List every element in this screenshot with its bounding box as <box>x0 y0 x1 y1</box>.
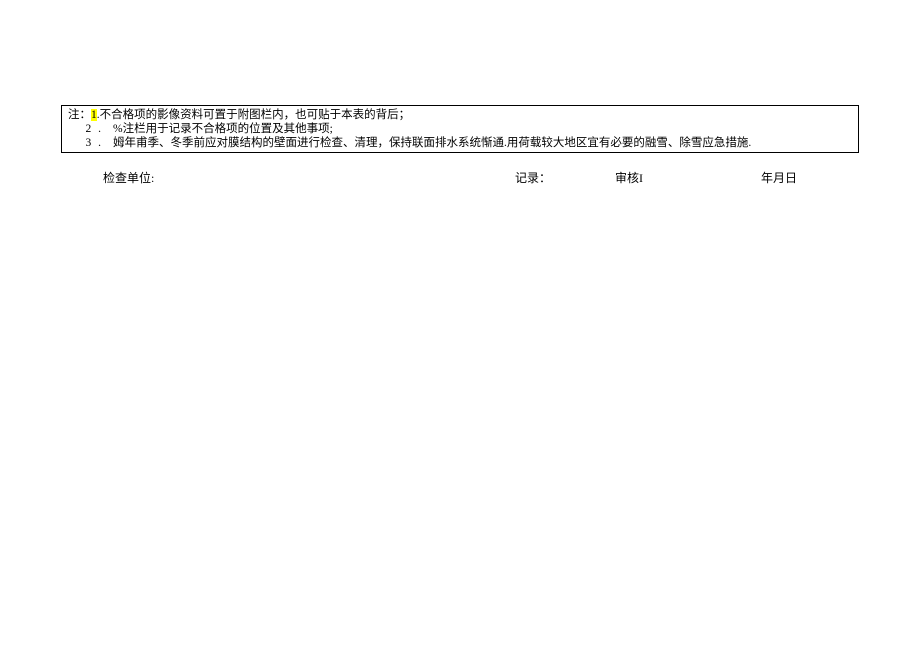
note-text-2: %注栏用于记录不合格项的位置及其他事项; <box>113 122 852 136</box>
audit-label: 审核I <box>615 171 761 185</box>
note-row-1: 注： 1. 不合格项的影像资料可置于附图栏内，也可贴于本表的背后； <box>68 108 852 122</box>
note-row-2: 2 . %注栏用于记录不合格项的位置及其他事项; <box>68 122 852 136</box>
record-label: 记录： <box>515 171 615 185</box>
note-text-3: 姆年甫季、冬季前应对膜结构的壁面进行检查、清理，保持联面排水系统惭通.用荷载较大… <box>113 136 852 150</box>
date-label: 年月日 <box>761 171 797 185</box>
note-text-1: 不合格项的影像资料可置于附图栏内，也可贴于本表的背后； <box>100 108 852 122</box>
note-number-1: 1. <box>91 108 100 122</box>
note-number-2: 2 . <box>86 122 104 136</box>
notes-table: 注： 1. 不合格项的影像资料可置于附图栏内，也可贴于本表的背后； 2 . %注… <box>61 105 859 153</box>
inspection-unit-label: 检查单位: <box>103 171 515 185</box>
signature-row: 检查单位: 记录： 审核I 年月日 <box>61 171 859 185</box>
note-number-3: 3 . <box>86 136 104 150</box>
note-prefix: 注： <box>68 108 91 122</box>
note-row-3: 3 . 姆年甫季、冬季前应对膜结构的壁面进行检查、清理，保持联面排水系统惭通.用… <box>68 136 852 150</box>
